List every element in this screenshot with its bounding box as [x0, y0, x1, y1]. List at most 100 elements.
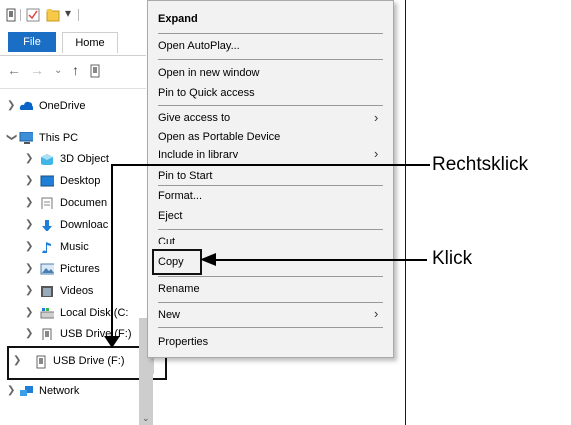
videos-icon	[41, 286, 53, 297]
menu-item-rename[interactable]: Rename	[158, 283, 200, 295]
tree-item-pictures[interactable]: ❯ Pictures	[0, 259, 150, 279]
menu-item-eject[interactable]: Eject	[158, 210, 182, 222]
chevron-down-icon[interactable]: ❯	[1, 133, 21, 143]
chevron-right-icon: ›	[374, 306, 379, 321]
tree-item-label: USB Drive (F:)	[53, 355, 125, 367]
tree-item-desktop[interactable]: ❯ Desktop	[0, 171, 150, 191]
chevron-right-icon: ›	[374, 110, 379, 125]
chevron-right-icon[interactable]: ❯	[25, 215, 35, 235]
chevron-right-icon[interactable]: ❯	[25, 259, 35, 279]
usb-drive-icon	[36, 355, 46, 369]
chevron-down-icon[interactable]: ⌄	[142, 413, 150, 424]
folder-icon[interactable]	[46, 8, 60, 22]
menu-item-cut[interactable]: Cut	[158, 236, 175, 244]
chevron-right-icon[interactable]: ❯	[25, 281, 35, 301]
disk-icon	[40, 308, 54, 319]
tree-item-music[interactable]: ❯ Music	[0, 237, 150, 257]
chevron-right-icon[interactable]: ❯	[25, 237, 35, 257]
menu-separator	[158, 33, 383, 34]
forward-arrow-icon[interactable]: →	[30, 62, 44, 78]
callout-line	[111, 164, 430, 166]
tree-item-usb-drive[interactable]: ❯ USB Drive (F:)	[0, 324, 150, 344]
chevron-right-icon: ›	[374, 146, 379, 158]
tree-item-label: Network	[39, 385, 80, 397]
drive-icon	[90, 64, 100, 78]
tree-item-3d-objects[interactable]: ❯ 3D Object	[0, 149, 150, 169]
tree-item-label: Desktop	[60, 175, 101, 187]
tree-item-onedrive[interactable]: ❯ OneDrive	[0, 96, 150, 116]
tab-home[interactable]: Home	[62, 32, 118, 53]
ribbon-tabs: File Home	[0, 30, 146, 54]
usb-drive-icon	[42, 328, 52, 340]
window-border	[405, 0, 406, 425]
tree-item-videos[interactable]: ❯ Videos	[0, 281, 150, 301]
callout-click-label: Klick	[432, 248, 473, 269]
divider	[20, 9, 21, 21]
divider	[0, 88, 146, 89]
menu-item-open-portable-device[interactable]: Open as Portable Device	[158, 131, 280, 143]
divider	[78, 9, 79, 21]
tree-item-label: Pictures	[60, 263, 100, 275]
chevron-right-icon[interactable]: ❯	[7, 96, 17, 116]
navigation-bar: ← → ⌄ ↑	[0, 58, 146, 86]
download-icon	[42, 220, 52, 231]
tree-item-local-disk[interactable]: ❯ Local Disk (C:	[0, 303, 150, 323]
chevron-right-icon[interactable]: ❯	[25, 324, 35, 344]
callout-right-click-label: Rechtsklick	[432, 154, 529, 175]
tree-item-this-pc[interactable]: ❯ This PC	[0, 128, 150, 148]
music-icon	[42, 242, 51, 253]
tree-item-documents[interactable]: ❯ Documen	[0, 193, 150, 213]
tree-item-label: Music	[60, 241, 89, 253]
menu-separator	[158, 59, 383, 60]
menu-item-format[interactable]: Format...	[158, 190, 202, 202]
drive-icon[interactable]	[6, 8, 16, 22]
menu-item-include-library[interactable]: Include in library	[158, 149, 238, 158]
copy-highlight-box	[152, 249, 202, 275]
callout-line	[213, 259, 427, 261]
tree-item-label: 3D Object	[60, 153, 109, 165]
pictures-icon	[40, 263, 54, 275]
up-arrow-icon[interactable]: ↑	[72, 62, 79, 78]
chevron-right-icon[interactable]: ❯	[25, 193, 35, 213]
menu-separator	[158, 276, 383, 277]
menu-item-properties[interactable]: Properties	[158, 336, 208, 348]
tree-item-label: Local Disk (C:	[60, 307, 129, 319]
chevron-right-icon[interactable]: ❯	[13, 355, 21, 366]
document-icon	[41, 197, 53, 209]
menu-item-pin-quick-access[interactable]: Pin to Quick access	[158, 87, 255, 99]
menu-item-new[interactable]: New	[158, 309, 180, 321]
tab-file[interactable]: File	[8, 32, 56, 52]
menu-item-open-new-window[interactable]: Open in new window	[158, 67, 260, 79]
menu-separator	[158, 327, 383, 328]
desktop-icon	[40, 175, 54, 187]
menu-item-pin-start[interactable]: Pin to Start	[158, 170, 212, 182]
computer-icon	[19, 132, 33, 144]
chevron-right-icon[interactable]: ❯	[25, 303, 35, 323]
back-arrow-icon[interactable]: ←	[7, 62, 21, 78]
chevron-down-icon[interactable]: ⌄	[54, 65, 62, 76]
tree-item-label: Videos	[60, 285, 94, 297]
checkbox-icon[interactable]	[26, 8, 40, 22]
tree-item-label: Downloac	[60, 219, 109, 231]
divider	[0, 55, 146, 56]
network-icon	[20, 386, 33, 396]
menu-item-open-autoplay[interactable]: Open AutoPlay...	[158, 40, 240, 52]
title-bar: ▾	[0, 0, 146, 30]
arrow-down-icon	[104, 336, 120, 348]
dropdown-arrow-icon[interactable]: ▾	[65, 6, 71, 20]
tree-item-label: This PC	[39, 132, 79, 144]
menu-separator	[158, 302, 383, 303]
chevron-right-icon[interactable]: ❯	[25, 149, 35, 169]
cloud-icon	[19, 101, 33, 110]
menu-item-expand[interactable]: Expand	[158, 13, 198, 25]
arrow-left-icon	[200, 253, 216, 266]
cube-icon	[41, 154, 53, 165]
tree-item-label: USB Drive (F:)	[60, 328, 132, 340]
chevron-right-icon[interactable]: ❯	[7, 381, 17, 401]
menu-item-give-access[interactable]: Give access to	[158, 112, 230, 124]
context-menu: Expand Open AutoPlay... Open in new wind…	[147, 0, 394, 358]
tree-item-downloads[interactable]: ❯ Downloac	[0, 215, 150, 235]
menu-separator	[158, 185, 383, 186]
tree-item-network[interactable]: ❯ Network	[0, 381, 150, 401]
chevron-right-icon[interactable]: ❯	[25, 171, 35, 191]
